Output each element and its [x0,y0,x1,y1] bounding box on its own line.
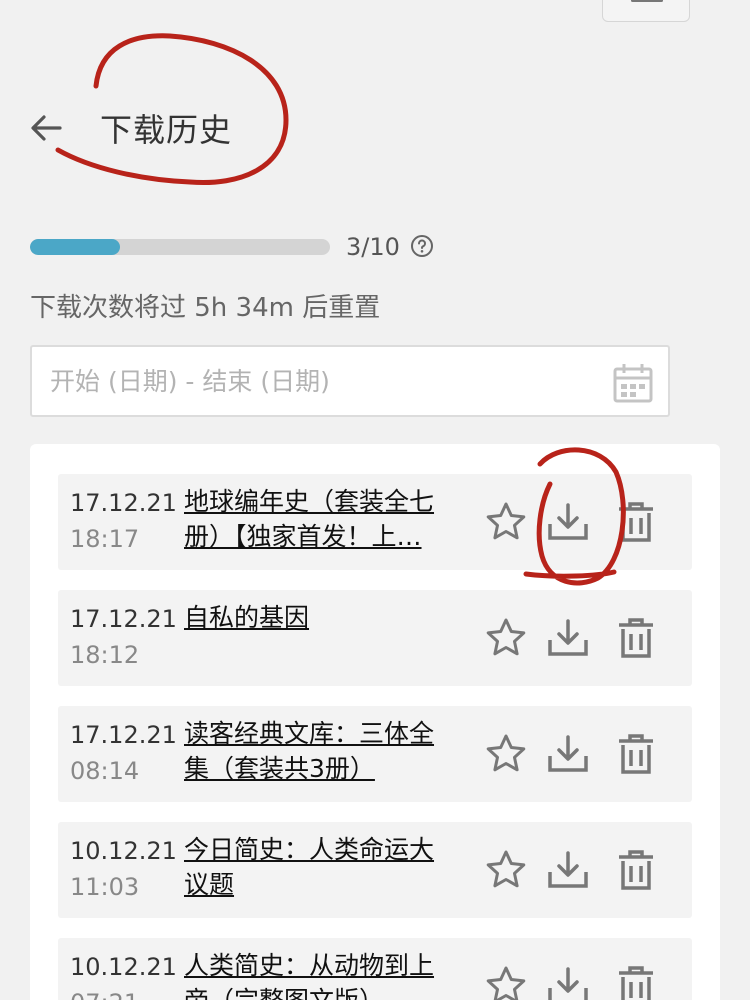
trash-icon[interactable] [614,964,658,1000]
download-time: 11:03 [70,873,140,901]
arrow-left-icon [31,115,62,141]
page-title: 下载历史 [100,111,233,149]
download-icon[interactable] [546,732,590,776]
download-date: 17.12.21 [70,721,177,749]
book-title-link[interactable]: 地球编年史（套装全七册）【独家首发！上… [184,484,454,554]
download-icon[interactable] [546,500,590,544]
star-icon[interactable] [484,500,528,544]
book-title-link[interactable]: 读客经典文库：三体全集（套装共3册） [184,716,454,786]
download-row: 17.12.21 18:12 自私的基因 [58,590,692,686]
download-row: 10.12.21 11:03 今日简史：人类命运大议题 [58,822,692,918]
trash-icon[interactable] [614,732,658,776]
download-quota-text: 3/10 [346,233,400,261]
download-history-page: 下载历史 3/10 下载次数将过 5h 34m 后重置 开始 (日期) - 结束… [0,0,750,1000]
book-title-link[interactable]: 今日简史：人类命运大议题 [184,832,454,902]
menu-button[interactable] [602,0,690,22]
download-time: 18:17 [70,525,140,553]
download-time: 08:14 [70,757,140,785]
download-history-list: 17.12.21 18:17 地球编年史（套装全七册）【独家首发！上… 17.12.2… [30,444,720,1000]
download-icon[interactable] [546,964,590,1000]
download-icon[interactable] [546,848,590,892]
book-title-link[interactable]: 自私的基因 [184,600,454,635]
trash-icon[interactable] [614,616,658,660]
date-range-input[interactable]: 开始 (日期) - 结束 (日期) [30,345,670,417]
trash-icon[interactable] [614,500,658,544]
download-row: 10.12.21 07:21 人类简史：从动物到上帝（完整图文版） [58,938,692,1000]
download-time: 07:21 [70,987,139,1000]
star-icon[interactable] [484,732,528,776]
calendar-icon[interactable] [612,362,654,404]
download-row: 17.12.21 18:17 地球编年史（套装全七册）【独家首发！上… [58,474,692,570]
star-icon[interactable] [484,616,528,660]
download-date: 17.12.21 [70,489,177,517]
download-icon[interactable] [546,616,590,660]
download-quota-fill [30,239,120,255]
reset-note: 下载次数将过 5h 34m 后重置 [30,293,381,323]
download-date: 10.12.21 [70,837,177,865]
download-time: 18:12 [70,641,140,669]
download-quota-bar [30,239,330,255]
menu-icon [631,0,663,2]
back-button[interactable] [26,108,66,148]
download-date: 17.12.21 [70,605,177,633]
download-date: 10.12.21 [70,953,177,981]
star-icon[interactable] [484,964,528,1000]
book-title-link[interactable]: 人类简史：从动物到上帝（完整图文版） [184,948,454,1000]
date-range-placeholder: 开始 (日期) - 结束 (日期) [50,367,330,396]
question-circle-icon[interactable] [410,234,434,258]
download-row: 17.12.21 08:14 读客经典文库：三体全集（套装共3册） [58,706,692,802]
star-icon[interactable] [484,848,528,892]
trash-icon[interactable] [614,848,658,892]
